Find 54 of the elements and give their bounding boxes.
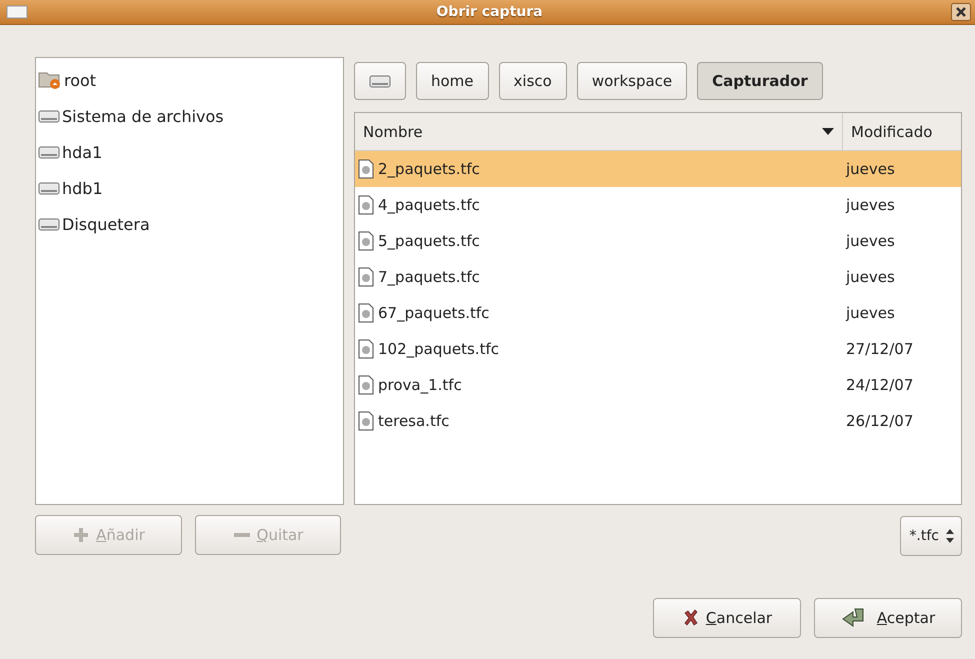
- drive-icon: [38, 108, 60, 124]
- path-button[interactable]: home: [416, 62, 489, 100]
- file-name: 7_paquets.tfc: [378, 268, 480, 286]
- cancel-button[interactable]: Cancelar: [653, 598, 801, 638]
- modified-date: 24/12/07: [845, 376, 914, 394]
- modified-date: 26/12/07: [845, 412, 914, 430]
- column-header[interactable]: Nombre: [355, 113, 843, 150]
- close-icon[interactable]: [951, 3, 971, 21]
- window-menu-icon[interactable]: [6, 5, 28, 19]
- drive-icon: [369, 73, 391, 89]
- sort-arrow-icon: [822, 128, 834, 135]
- file-name: 2_paquets.tfc: [378, 160, 480, 178]
- place-item[interactable]: hdb1: [36, 170, 343, 206]
- filter-dropdown[interactable]: *.tfc: [900, 516, 962, 556]
- modified-date: jueves: [844, 196, 896, 214]
- home-folder-icon: [38, 70, 62, 90]
- path-button[interactable]: workspace: [576, 62, 688, 100]
- file-icon: [358, 339, 374, 359]
- file-name: teresa.tfc: [378, 412, 450, 430]
- file-name: 5_paquets.tfc: [378, 232, 480, 250]
- file-icon: [358, 159, 374, 179]
- modified-date: jueves: [844, 304, 896, 322]
- place-item[interactable]: root: [36, 62, 343, 98]
- file-name: prova_1.tfc: [378, 376, 462, 394]
- file-icon: [358, 267, 374, 287]
- path-button[interactable]: Capturador: [697, 62, 823, 100]
- modified-date: jueves: [844, 160, 896, 178]
- path-button[interactable]: [354, 62, 406, 100]
- place-item[interactable]: Sistema de archivos: [36, 98, 343, 134]
- drive-icon: [38, 144, 60, 160]
- column-header[interactable]: Modificado: [843, 113, 961, 150]
- file-name: 4_paquets.tfc: [378, 196, 480, 214]
- modified-date: 27/12/07: [845, 340, 914, 358]
- minus-icon: [232, 531, 251, 539]
- cross-icon: [682, 609, 700, 627]
- plus-icon: [72, 526, 90, 544]
- path-button[interactable]: xisco: [498, 62, 567, 100]
- file-name: 67_paquets.tfc: [378, 304, 490, 322]
- file-name: 102_paquets.tfc: [378, 340, 499, 358]
- window-title: Obrir captura: [436, 4, 543, 20]
- file-icon: [358, 375, 374, 395]
- modified-date: jueves: [844, 268, 896, 286]
- file-icon: [358, 303, 374, 323]
- file-icon: [358, 411, 374, 431]
- file-icon: [358, 195, 374, 215]
- modified-date: jueves: [844, 232, 896, 250]
- ok-button[interactable]: Aceptar: [814, 598, 962, 638]
- drive-icon: [38, 180, 60, 196]
- floppy-drive-icon: [38, 216, 60, 232]
- place-item[interactable]: hda1: [36, 134, 343, 170]
- spinner-arrows-icon: [945, 528, 955, 544]
- place-item[interactable]: Disquetera: [36, 206, 343, 242]
- file-row[interactable]: 2_paquets.tfc jueves: [355, 151, 961, 187]
- file-icon: [358, 231, 374, 251]
